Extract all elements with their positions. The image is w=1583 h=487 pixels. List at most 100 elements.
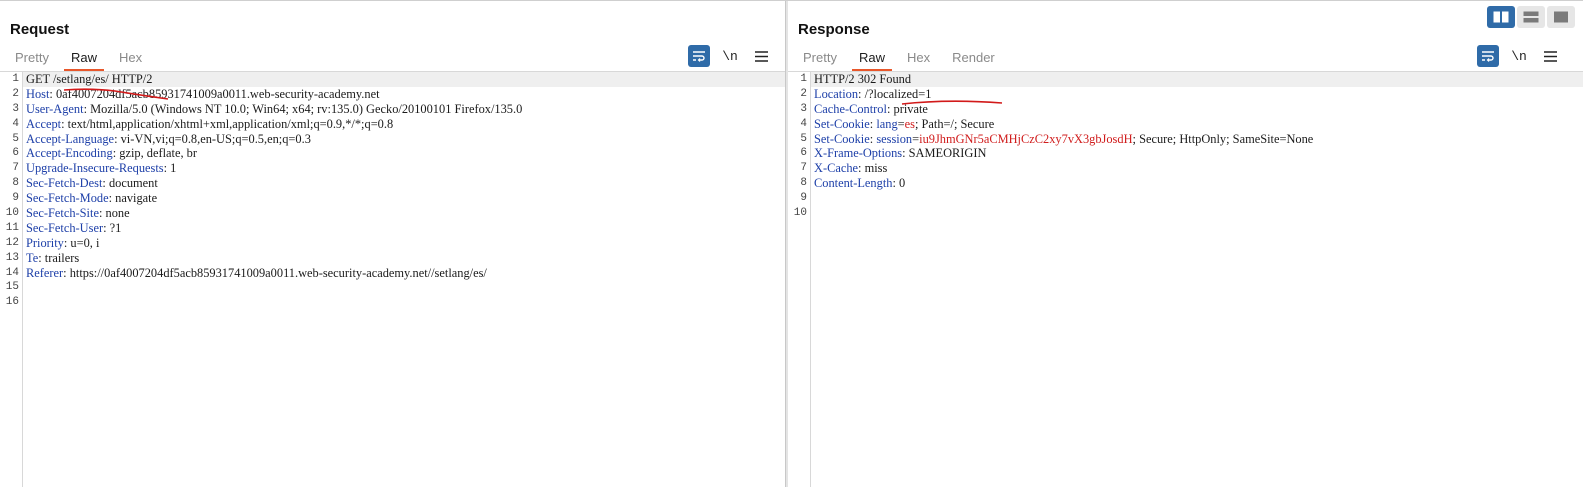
header-value: gzip, deflate, br [119,146,198,161]
header-value: u=0, i [70,235,100,250]
header-value: document [108,176,158,191]
code-line: 1 HTTP/2 302 Found [800,72,1583,87]
cookie-value: iu9JhmGNr5aCMHjCzC2xy7vX3gbJosdH [919,131,1133,146]
code-line: 1 GET /setlang/es/ HTTP/2 [12,72,785,87]
request-tab-pretty[interactable]: Pretty [4,47,60,71]
code-line: 4 Set-Cookie: lang=es; Path=/; Secure [800,117,1583,132]
line-number: 4 [800,117,807,130]
line-number: 7 [800,162,807,175]
code-line: 6 X-Frame-Options: SAMEORIGIN [800,146,1583,161]
header-name: Priority [26,235,64,250]
response-tab-hex[interactable]: Hex [896,47,941,71]
header-value: trailers [44,250,80,265]
line-number: 11 [5,221,19,234]
code-line: 5 Set-Cookie: session=iu9JhmGNr5aCMHjCzC2… [800,131,1583,147]
header-value: none [105,206,130,221]
response-tab-render[interactable]: Render [941,47,1006,71]
response-code[interactable]: 1 HTTP/2 302 Found 2 Location: /?localized=… [794,72,1583,487]
request-tabs: Pretty Raw Hex [4,47,153,71]
header-value: /?localized=1 [864,86,932,101]
code-line: 3 User-Agent: Mozilla/5.0 (Windows NT 10.… [12,101,785,117]
line-text [811,206,814,220]
line-text: Cache-Control: private [811,102,928,116]
code-line: 15 [6,280,785,295]
line-text: Priority: u=0, i [23,236,99,250]
header-name: Host [26,86,50,101]
wrap-lines-icon[interactable] [1477,45,1499,67]
header-name: Upgrade-Insecure-Requests [26,161,164,176]
hamburger-menu-icon[interactable] [750,45,772,67]
show-newlines-button[interactable]: \n [719,45,741,67]
line-text: Accept-Language: vi-VN,vi;q=0.8,en-US;q=… [23,132,311,146]
header-value: 0af4007204df5acb85931741009a0011.web-sec… [55,86,380,101]
header-name: Sec-Fetch-Mode [26,191,109,206]
header-value: ?1 [109,220,122,235]
header-name: Te [26,250,39,265]
request-code[interactable]: 1 GET /setlang/es/ HTTP/2 2 Host: 0af400720… [6,72,785,487]
code-line: 9 Sec-Fetch-Mode: navigate [12,191,785,206]
line-text: Sec-Fetch-Dest: document [23,176,158,190]
wrap-lines-icon[interactable] [688,45,710,67]
cookie-attributes: ; Path=/; Secure [914,116,995,131]
single-pane-layout-icon[interactable] [1547,6,1575,28]
header-value: Mozilla/5.0 (Windows NT 10.0; Win64; x64… [90,101,523,116]
code-line: 2 Location: /?localized=1 [800,87,1583,102]
line-number: 5 [800,132,807,145]
side-by-side-layout-icon[interactable] [1487,6,1515,28]
header-value: 1 [170,161,177,176]
line-text: X-Frame-Options: SAMEORIGIN [811,146,986,160]
header-value: miss [864,161,888,176]
response-tab-pretty[interactable]: Pretty [792,47,848,71]
line-number: 8 [12,177,19,190]
code-line: 12 Priority: u=0, i [6,236,785,251]
code-line: 4 Accept: text/html,application/xhtml+xml… [12,116,785,132]
code-line: 5 Accept-Language: vi-VN,vi;q=0.8,en-US;q… [12,132,785,147]
line-number: 10 [5,207,19,220]
cookie-name: lang [876,116,898,131]
header-name: Location [814,86,859,101]
line-number: 14 [5,266,19,279]
line-text: Content-Length: 0 [811,176,905,190]
line-content: HTTP/2 302 Found [814,72,912,86]
cookie-equals: = [897,116,905,131]
line-text: Location: /?localized=1 [811,87,931,101]
cookie-name: session [876,131,913,146]
response-tab-raw[interactable]: Raw [848,47,896,71]
show-newlines-button[interactable]: \n [1508,45,1530,67]
header-name: Set-Cookie [814,116,870,131]
line-text [23,295,26,309]
line-number: 5 [12,132,19,145]
line-text: Referer: https://0af4007204df5acb8593174… [23,266,487,280]
code-line: 10 Sec-Fetch-Site: none [6,206,785,221]
response-pane: Response Pretty Raw Hex Render \n 1 HTTP/… [788,1,1583,487]
code-line: 11 Sec-Fetch-User: ?1 [6,221,785,236]
line-number: 3 [12,102,19,115]
line-text: Sec-Fetch-User: ?1 [23,221,121,235]
header-value: text/html,application/xhtml+xml,applicat… [67,116,394,131]
line-text: Te: trailers [23,251,79,265]
code-line: 16 [6,295,785,310]
request-tab-hex[interactable]: Hex [108,47,153,71]
header-name: Referer [26,265,64,280]
line-number: 6 [12,147,19,160]
header-name: Sec-Fetch-Dest [26,176,103,191]
top-bottom-layout-icon[interactable] [1517,6,1545,28]
header-value: https://0af4007204df5acb85931741009a0011… [69,265,487,280]
line-number: 3 [800,102,807,115]
request-editor[interactable]: 1 GET /setlang/es/ HTTP/2 2 Host: 0af400720… [0,72,785,487]
header-name: Cache-Control [814,101,887,116]
line-number: 1 [12,73,19,85]
line-number: 2 [12,87,19,100]
response-editor[interactable]: 1 HTTP/2 302 Found 2 Location: /?localized=… [788,72,1583,487]
header-value: 0 [899,176,906,191]
header-name: Accept [26,116,62,131]
cookie-attributes: ; Secure; HttpOnly; SameSite=None [1132,131,1314,146]
request-tab-raw[interactable]: Raw [60,47,108,71]
line-number: 15 [5,281,19,294]
line-text: Sec-Fetch-Mode: navigate [23,191,157,205]
code-line: 10 [794,206,1583,221]
line-text: Set-Cookie: lang=es; Path=/; Secure [811,117,994,131]
hamburger-menu-icon[interactable] [1539,45,1561,67]
line-number: 12 [5,236,19,249]
code-line: 3 Cache-Control: private [800,102,1583,117]
